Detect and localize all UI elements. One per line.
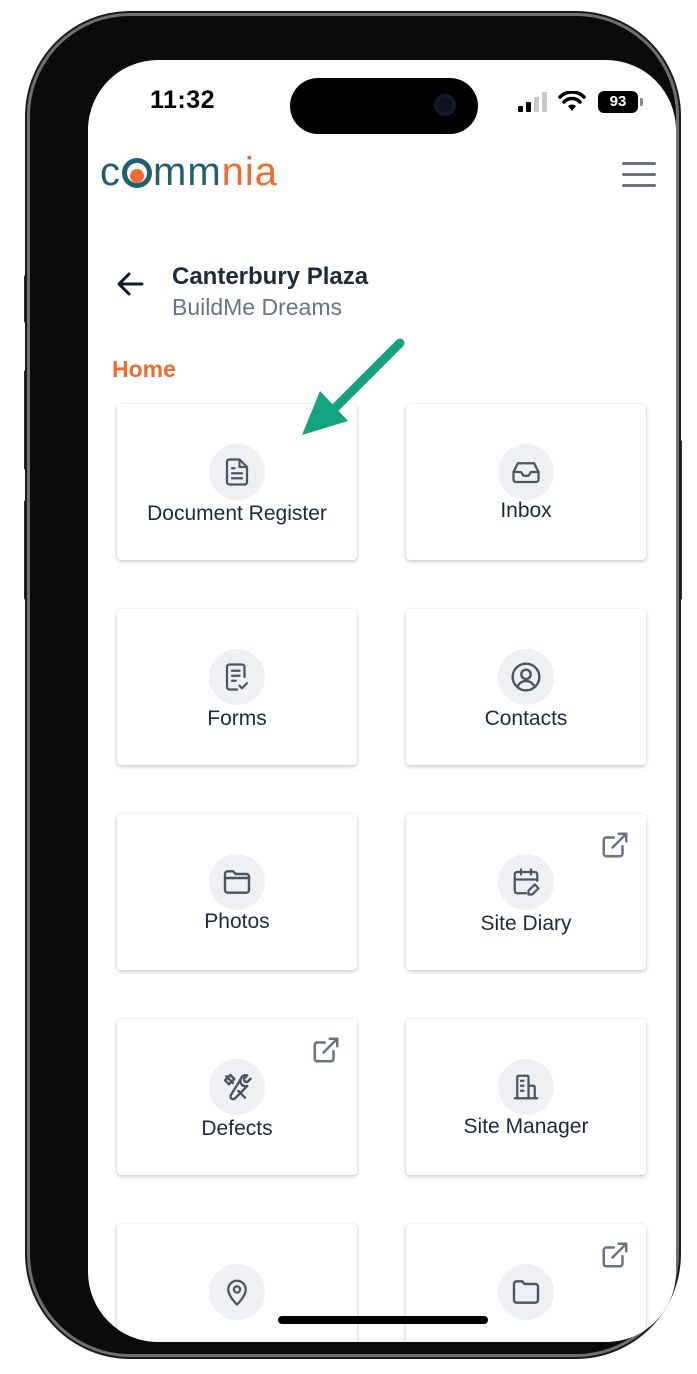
external-link-icon [313, 1037, 339, 1063]
user-circle-icon [498, 649, 554, 705]
logo-prefix: c [100, 150, 121, 194]
tile-label: Site Manager [463, 1115, 589, 1138]
battery-tip [640, 98, 643, 106]
external-link-icon [602, 1242, 628, 1268]
tile-contacts[interactable]: Contacts [406, 609, 646, 765]
commnia-logo: c mmnia [100, 150, 278, 195]
camera-icon [434, 94, 456, 116]
project-subtitle: BuildMe Dreams [172, 294, 342, 320]
logo-o-icon [122, 158, 152, 188]
form-check-icon [209, 649, 265, 705]
back-arrow-icon[interactable] [114, 268, 146, 300]
hamburger-menu-icon[interactable] [622, 162, 656, 190]
tile-label: Defects [201, 1117, 273, 1140]
tile-document-register[interactable]: Document Register [117, 404, 357, 560]
project-title: Canterbury Plaza [172, 263, 369, 290]
battery-indicator: 93 [598, 91, 638, 113]
tile-label: Forms [207, 707, 267, 730]
calendar-edit-icon [498, 854, 554, 910]
external-link-icon [602, 832, 628, 858]
dynamic-island [290, 78, 478, 134]
section-title: Home [112, 356, 176, 382]
inbox-icon [498, 444, 554, 500]
wifi-icon [558, 91, 586, 111]
tile-forms[interactable]: Forms [117, 609, 357, 765]
power-button [676, 440, 682, 600]
logo-suffix: nia [221, 150, 279, 194]
tile-inbox[interactable]: Inbox [406, 404, 646, 560]
tile-site-diary[interactable]: Site Diary [406, 814, 646, 970]
folder-icon [498, 1264, 554, 1320]
signal-icon [518, 92, 547, 112]
location-pin-icon [209, 1264, 265, 1320]
document-icon [209, 444, 265, 500]
tile-label: Site Diary [480, 912, 572, 935]
logo-mid: mm [153, 150, 222, 194]
tile-folder[interactable] [406, 1224, 646, 1342]
phone-frame: 11:32 93 c mmnia Canterbury Plaza BuildM… [30, 16, 676, 1354]
tile-label: Contacts [484, 707, 568, 730]
tile-defects[interactable]: Defects [117, 1019, 357, 1175]
tile-site-manager[interactable]: Site Manager [406, 1019, 646, 1175]
tools-icon [209, 1059, 265, 1115]
tile-location[interactable] [117, 1224, 357, 1342]
tile-label: Photos [204, 910, 270, 933]
status-indicators: 93 [518, 90, 648, 118]
app-screen: 11:32 93 c mmnia Canterbury Plaza BuildM… [88, 60, 676, 1342]
home-indicator [278, 1316, 488, 1324]
tile-photos[interactable]: Photos [117, 814, 357, 970]
building-icon [498, 1059, 554, 1115]
folder-icon [209, 854, 265, 910]
tile-label: Inbox [500, 499, 552, 522]
status-time: 11:32 [150, 86, 216, 114]
tile-label: Document Register [147, 502, 327, 525]
